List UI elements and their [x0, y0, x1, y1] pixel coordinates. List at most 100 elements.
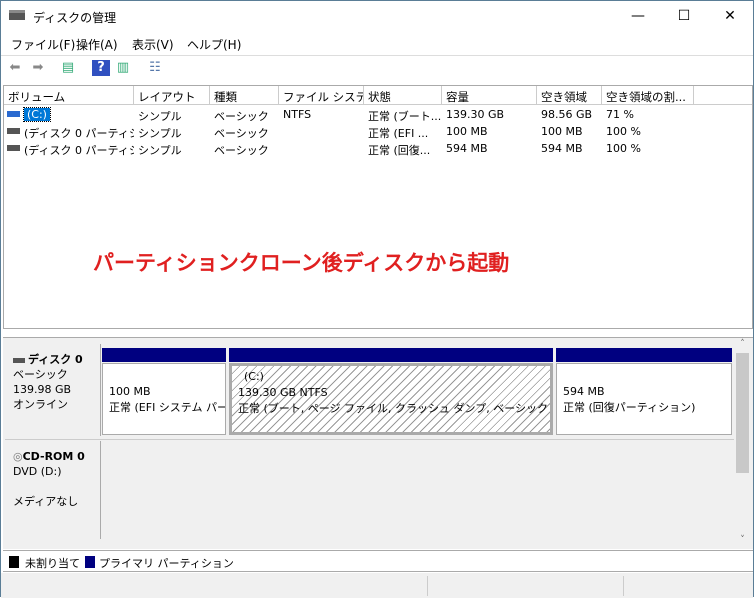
- annotation-text: パーティションクローン後ディスクから起動: [93, 251, 510, 275]
- legend-unallocated-swatch: [9, 556, 19, 568]
- table-cell[interactable]: 100 %: [602, 123, 694, 140]
- partition-bar: [102, 348, 226, 362]
- column-header-volume[interactable]: ボリューム: [4, 86, 134, 105]
- disk-icon: [13, 357, 25, 363]
- disk-map-pane: ディスク 0 ベーシック 139.98 GB オンライン 100 MB 正常 (…: [3, 337, 753, 549]
- partition-name: (C:): [244, 370, 264, 383]
- volume-icon: [7, 111, 20, 117]
- volume-icon: [7, 128, 20, 134]
- table-cell[interactable]: [279, 123, 364, 140]
- volume-name-cell[interactable]: (ディスク 0 パーティシ...: [4, 123, 134, 140]
- volume-list: ボリューム レイアウト 種類 ファイル システム 状態 容量 空き領域 空き領域…: [3, 85, 753, 329]
- title-bar: ディスクの管理 — ☐ ✕: [1, 1, 753, 31]
- partition-bar: [556, 348, 732, 362]
- menu-bar: ファイル(F) 操作(A) 表示(V) ヘルプ(H): [1, 32, 753, 54]
- cdrom-media: メディアなし: [13, 495, 79, 508]
- volume-name-cell[interactable]: (C:): [4, 106, 134, 123]
- column-header-filesystem[interactable]: ファイル システム: [279, 86, 364, 105]
- cdrom-0-label[interactable]: ◎CD-ROM 0 DVD (D:) メディアなし: [5, 441, 101, 539]
- scroll-up-icon[interactable]: ˄: [734, 339, 751, 353]
- table-cell[interactable]: シンプル: [134, 106, 210, 123]
- partition-body: 100 MB 正常 (EFI システム パーティション): [102, 363, 226, 435]
- table-cell[interactable]: シンプル: [134, 140, 210, 157]
- cdrom-icon: ◎: [13, 450, 23, 463]
- volume-label: (C:): [23, 107, 51, 122]
- disk-name: ディスク 0: [28, 353, 83, 366]
- cdrom-type: DVD (D:): [13, 465, 62, 478]
- table-cell[interactable]: 正常 (回復...: [364, 140, 442, 157]
- table-cell[interactable]: 139.30 GB: [442, 106, 537, 123]
- disk-status: オンライン: [13, 398, 68, 411]
- properties-icon[interactable]: ☷: [146, 60, 164, 76]
- table-cell[interactable]: 100 MB: [537, 123, 602, 140]
- table-cell[interactable]: [279, 140, 364, 157]
- partition-body: 594 MB 正常 (回復パーティション): [556, 363, 732, 435]
- partition-status: 正常 (ブート, ページ ファイル, クラッシュ ダンプ, ベーシック データ …: [238, 402, 550, 415]
- help-icon[interactable]: ?: [92, 60, 110, 76]
- table-cell[interactable]: ベーシック: [210, 123, 279, 140]
- menu-file[interactable]: ファイル(F): [11, 36, 75, 53]
- column-header-free-percent[interactable]: 空き領域の割...: [602, 86, 694, 105]
- column-header-layout[interactable]: レイアウト: [134, 86, 210, 105]
- table-cell[interactable]: 正常 (EFI ...: [364, 123, 442, 140]
- menu-help[interactable]: ヘルプ(H): [187, 36, 241, 53]
- close-button[interactable]: ✕: [707, 1, 753, 31]
- volume-label: (ディスク 0 パーティシ...: [24, 144, 134, 157]
- status-divider: [623, 576, 624, 596]
- disk-0-label[interactable]: ディスク 0 ベーシック 139.98 GB オンライン: [5, 344, 101, 436]
- legend-unallocated-label: 未割り当て: [25, 557, 80, 570]
- legend: 未割り当て プライマリ パーティション: [3, 550, 753, 572]
- table-cell[interactable]: NTFS: [279, 106, 364, 123]
- legend-primary-swatch: [85, 556, 95, 568]
- disk-size: 139.98 GB: [13, 383, 72, 396]
- back-arrow-icon[interactable]: ⬅: [6, 60, 24, 76]
- menu-view[interactable]: 表示(V): [132, 36, 174, 53]
- table-cell[interactable]: 正常 (ブート...: [364, 106, 442, 123]
- volume-name-cell[interactable]: (ディスク 0 パーティシ...: [4, 140, 134, 157]
- cdrom-name: CD-ROM 0: [22, 450, 85, 463]
- partition-bar: [229, 348, 553, 362]
- partition-status: 正常 (回復パーティション): [563, 401, 696, 414]
- column-header-blank: [694, 86, 752, 105]
- disk-management-icon: [9, 10, 25, 20]
- menu-action[interactable]: 操作(A): [76, 36, 118, 53]
- partition-c[interactable]: (C:) 139.30 GB NTFS 正常 (ブート, ページ ファイル, ク…: [229, 348, 553, 436]
- partition-size: 594 MB: [563, 385, 605, 398]
- table-cell[interactable]: 594 MB: [442, 140, 537, 157]
- action-pane-icon[interactable]: ▥: [114, 60, 132, 76]
- vertical-scrollbar[interactable]: ˄ ˅: [734, 339, 751, 549]
- disk-type: ベーシック: [13, 368, 68, 381]
- column-header-free-space[interactable]: 空き領域: [537, 86, 602, 105]
- table-cell[interactable]: シンプル: [134, 123, 210, 140]
- legend-primary-label: プライマリ パーティション: [99, 557, 234, 570]
- table-cell[interactable]: 100 %: [602, 140, 694, 157]
- partition-size: 139.30 GB NTFS: [238, 386, 328, 399]
- volume-label: (ディスク 0 パーティシ...: [24, 127, 134, 140]
- volume-icon: [7, 145, 20, 151]
- scroll-down-icon[interactable]: ˅: [734, 535, 751, 549]
- scroll-thumb[interactable]: [736, 353, 749, 473]
- status-divider: [427, 576, 428, 596]
- console-tree-icon[interactable]: ▤: [59, 60, 77, 76]
- toolbar: ⬅ ➡ ▤ ? ▥ ☷: [1, 55, 753, 80]
- maximize-button[interactable]: ☐: [661, 1, 707, 31]
- table-cell[interactable]: ベーシック: [210, 140, 279, 157]
- partition-efi[interactable]: 100 MB 正常 (EFI システム パーティション): [102, 348, 226, 436]
- table-cell[interactable]: ベーシック: [210, 106, 279, 123]
- table-cell[interactable]: 100 MB: [442, 123, 537, 140]
- partition-size: 100 MB: [109, 385, 151, 398]
- column-header-type[interactable]: 種類: [210, 86, 279, 105]
- table-cell[interactable]: 71 %: [602, 106, 694, 123]
- partition-status: 正常 (EFI システム パーティション): [109, 401, 226, 414]
- window-title: ディスクの管理: [33, 11, 117, 25]
- partition-recovery[interactable]: 594 MB 正常 (回復パーティション): [556, 348, 732, 436]
- column-header-capacity[interactable]: 容量: [442, 86, 537, 105]
- forward-arrow-icon[interactable]: ➡: [29, 60, 47, 76]
- table-cell[interactable]: 98.56 GB: [537, 106, 602, 123]
- table-cell[interactable]: 594 MB: [537, 140, 602, 157]
- status-bar: [1, 573, 753, 598]
- minimize-button[interactable]: —: [615, 1, 661, 31]
- divider: [5, 439, 734, 440]
- partition-body: (C:) 139.30 GB NTFS 正常 (ブート, ページ ファイル, ク…: [229, 363, 553, 435]
- column-header-status[interactable]: 状態: [364, 86, 442, 105]
